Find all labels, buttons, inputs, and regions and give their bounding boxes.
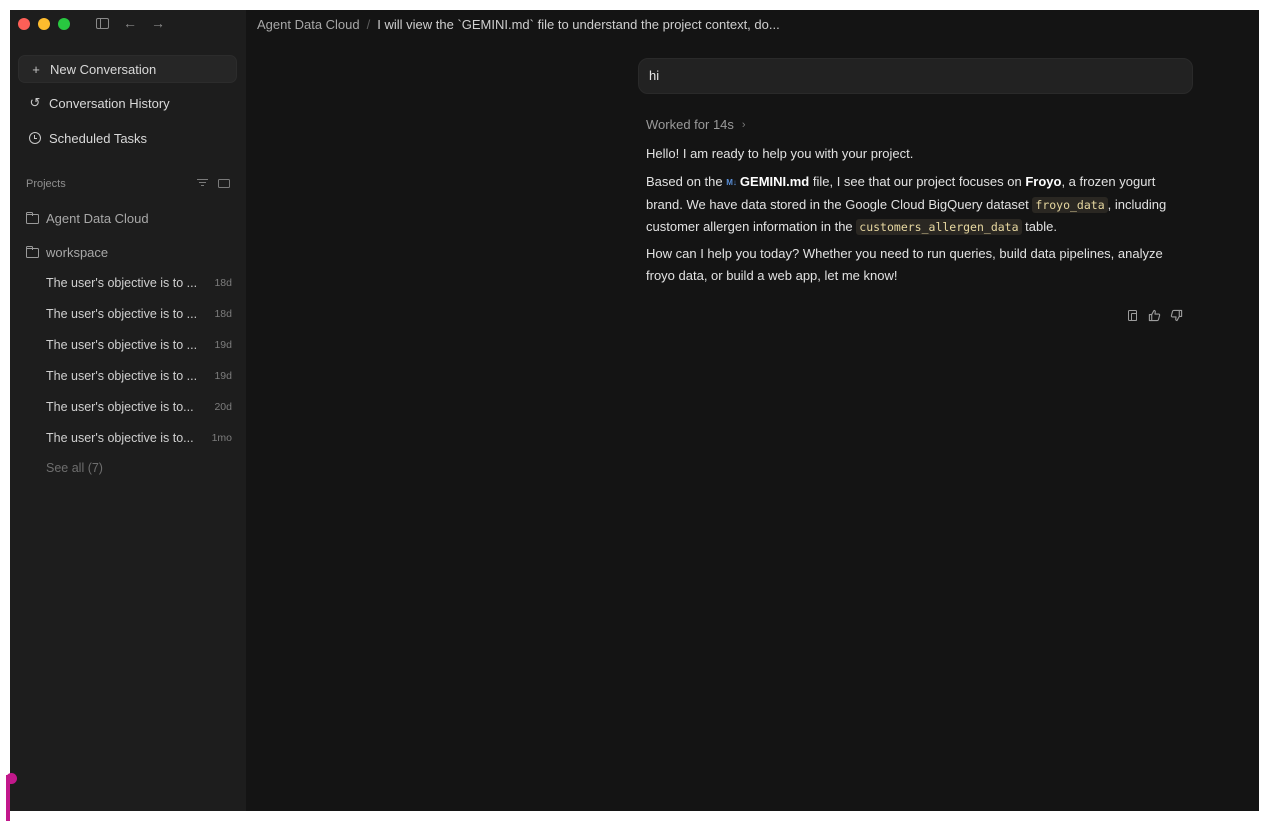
close-window-button[interactable]	[18, 18, 30, 30]
project-agent-data-cloud[interactable]: Agent Data Cloud	[26, 211, 149, 226]
project-workspace[interactable]: workspace	[26, 245, 108, 260]
thumbs-up-icon[interactable]	[1148, 309, 1161, 322]
assistant-greeting: Hello! I am ready to help you with your …	[646, 146, 914, 161]
breadcrumb-current: I will view the `GEMINI.md` file to unde…	[377, 17, 780, 32]
breadcrumb: Agent Data Cloud / I will view the `GEMI…	[257, 17, 780, 32]
toolbar: ← →	[95, 16, 165, 30]
conversation-age: 20d	[214, 401, 232, 413]
user-message: hi	[638, 58, 1193, 94]
thumbs-down-icon[interactable]	[1170, 309, 1183, 322]
folder-open-icon	[26, 245, 39, 258]
projects-heading: Projects	[26, 178, 66, 190]
conversation-item[interactable]: The user's objective is to ... 19d	[46, 338, 232, 352]
table-code: customers_allergen_data	[856, 219, 1022, 235]
brand-name: Froyo	[1025, 174, 1062, 189]
breadcrumb-separator: /	[366, 17, 371, 32]
projects-actions	[197, 177, 230, 188]
new-folder-icon[interactable]	[218, 179, 230, 188]
conversation-title: The user's objective is to ...	[46, 276, 198, 290]
conversation-age: 19d	[214, 370, 232, 382]
new-conversation-button[interactable]: + New Conversation	[18, 55, 237, 83]
copy-icon[interactable]	[1126, 309, 1139, 322]
conversation-title: The user's objective is to...	[46, 400, 194, 414]
conversation-item[interactable]: The user's objective is to ... 18d	[46, 307, 232, 321]
conversation-item[interactable]: The user's objective is to... 1mo	[46, 431, 232, 445]
conversation-item[interactable]: The user's objective is to ... 19d	[46, 369, 232, 383]
message-actions	[1126, 309, 1183, 322]
worked-for-label: Worked for 14s	[646, 117, 734, 132]
accent-marker-knob	[6, 773, 17, 784]
conversation-age: 18d	[214, 308, 232, 320]
dataset-code: froyo_data	[1032, 196, 1108, 213]
history-icon: ↺	[29, 95, 41, 110]
see-all-link[interactable]: See all (7)	[46, 461, 103, 475]
forward-arrow-icon[interactable]: →	[151, 16, 165, 30]
new-conversation-label: New Conversation	[50, 61, 157, 77]
text-fragment: table.	[1021, 219, 1057, 234]
window-controls	[18, 18, 70, 30]
clock-icon	[28, 132, 42, 144]
sidebar-toggle-icon[interactable]	[95, 16, 109, 30]
text-fragment: Based on the	[646, 174, 727, 189]
conversation-title: The user's objective is to ...	[46, 369, 198, 383]
conversation-age: 19d	[214, 339, 232, 351]
assistant-question: How can I help you today? Whether you ne…	[646, 246, 1163, 283]
plus-icon: +	[32, 61, 40, 77]
conversation-title: The user's objective is to...	[46, 431, 194, 445]
filter-icon[interactable]	[197, 179, 208, 187]
conversation-title: The user's objective is to ...	[46, 338, 198, 352]
conversation-item[interactable]: The user's objective is to... 20d	[46, 400, 232, 414]
sidebar: ← → + New Conversation ↺ Conversation Hi…	[10, 10, 246, 811]
conversation-age: 1mo	[211, 432, 232, 444]
assistant-paragraph: Based on the M↓ GEMINI.md file, I see tha…	[646, 171, 1191, 239]
minimize-window-button[interactable]	[38, 18, 50, 30]
project-label: Agent Data Cloud	[46, 211, 149, 226]
markdown-file-icon: M↓	[726, 178, 737, 187]
scheduled-tasks-label: Scheduled Tasks	[49, 130, 148, 146]
conversation-age: 18d	[214, 277, 232, 289]
conversation-item[interactable]: The user's objective is to ... 18d	[46, 276, 232, 290]
conversation-history-label: Conversation History	[49, 95, 170, 111]
worked-for-toggle[interactable]: Worked for 14s ›	[646, 117, 746, 132]
chevron-right-icon: ›	[741, 118, 746, 131]
breadcrumb-root[interactable]: Agent Data Cloud	[257, 17, 360, 32]
conversation-title: The user's objective is to ...	[46, 307, 198, 321]
file-link[interactable]: GEMINI.md	[740, 174, 809, 189]
app-window: ← → + New Conversation ↺ Conversation Hi…	[10, 10, 1259, 811]
text-fragment: file, I see that our project focuses on	[809, 174, 1026, 189]
back-arrow-icon[interactable]: ←	[123, 16, 137, 30]
zoom-window-button[interactable]	[58, 18, 70, 30]
folder-icon	[26, 211, 39, 224]
conversation-history-button[interactable]: ↺ Conversation History	[18, 89, 237, 117]
project-label: workspace	[46, 245, 109, 260]
scheduled-tasks-button[interactable]: Scheduled Tasks	[18, 124, 237, 152]
